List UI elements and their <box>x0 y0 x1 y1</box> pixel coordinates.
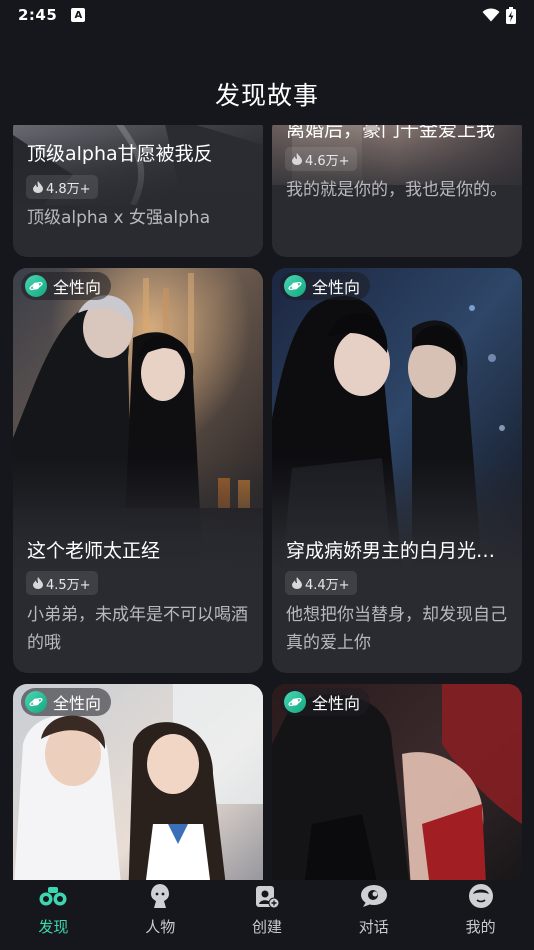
genre-tag: 全性向 <box>21 272 112 300</box>
page-title: 发现故事 <box>214 81 319 110</box>
genre-tag-label: 全性向 <box>53 694 102 713</box>
status-bar: 2:45 A <box>0 0 534 30</box>
genre-tag-label: 全性向 <box>312 694 361 713</box>
status-indicators <box>482 6 516 24</box>
planet-icon <box>284 691 306 713</box>
story-description: 顶级alpha x 女强alpha <box>27 208 211 228</box>
nav-label: 创建 <box>251 918 282 936</box>
nav-label: 我的 <box>465 918 496 936</box>
hotness-badge: 4.6万+ <box>285 147 357 171</box>
flame-icon <box>292 153 302 165</box>
nav-label: 对话 <box>358 918 389 936</box>
story-card[interactable]: 全性向 这个老师太正经 4.5万+ 小弟弟，未成年是不可以喝酒的哦 <box>13 268 263 673</box>
planet-icon <box>284 275 306 297</box>
profile-icon <box>467 882 495 910</box>
nav-label: 发现 <box>38 918 69 936</box>
battery-icon <box>506 6 516 24</box>
flame-icon <box>292 577 302 589</box>
wifi-icon <box>482 8 500 22</box>
story-title: 顶级alpha甘愿被我反 <box>27 143 213 165</box>
story-description: 他想把你当替身，却发现自己真的爱上你 <box>286 605 507 653</box>
story-card[interactable]: 离婚后，豪门千金爱上我 4.6万+ 我的就是你的，我也是你的。 <box>272 125 522 257</box>
story-title: 离婚后，豪门千金爱上我 <box>286 125 496 141</box>
genre-tag-label: 全性向 <box>312 278 361 297</box>
binoculars-icon <box>39 882 67 910</box>
genre-tag: 全性向 <box>280 688 371 716</box>
story-description: 小弟弟，未成年是不可以喝酒的哦 <box>27 605 248 653</box>
planet-icon <box>25 275 47 297</box>
nav-label: 人物 <box>145 918 176 936</box>
nav-tab-create[interactable]: 创建 <box>214 880 321 950</box>
story-card[interactable]: 全性向 穿成病娇男主的白月光… 4.4万+ 他想把你当替身，却发现自己真的爱上你 <box>272 268 522 673</box>
hotness-badge: 4.4万+ <box>285 571 357 595</box>
flame-icon <box>33 181 43 193</box>
notification-icon: A <box>71 8 86 22</box>
story-card[interactable]: 全性向 <box>272 684 522 880</box>
hotness-count: 4.8万+ <box>46 181 91 197</box>
hotness-badge: 4.8万+ <box>26 175 98 199</box>
hotness-count: 4.4万+ <box>305 577 350 593</box>
genre-tag-label: 全性向 <box>53 278 102 297</box>
genre-tag: 全性向 <box>280 272 371 300</box>
status-time: 2:45 <box>18 6 58 24</box>
story-title: 穿成病娇男主的白月光… <box>286 540 496 562</box>
nav-tab-characters[interactable]: 人物 <box>107 880 214 950</box>
create-icon <box>253 882 281 910</box>
story-feed[interactable]: 顶级alpha甘愿被我反 4.8万+ 顶级alpha x 女强alpha 离婚后… <box>0 125 534 880</box>
header: 发现故事 <box>0 70 534 118</box>
story-card[interactable]: 顶级alpha甘愿被我反 4.8万+ 顶级alpha x 女强alpha <box>13 125 263 257</box>
nav-tab-chat[interactable]: 对话 <box>320 880 427 950</box>
hotness-badge: 4.5万+ <box>26 571 98 595</box>
character-icon <box>146 882 174 910</box>
nav-tab-discover[interactable]: 发现 <box>0 880 107 950</box>
flame-icon <box>33 577 43 589</box>
story-card[interactable]: 全性向 <box>13 684 263 880</box>
hotness-count: 4.5万+ <box>46 577 91 593</box>
genre-tag: 全性向 <box>21 688 112 716</box>
hotness-count: 4.6万+ <box>305 153 350 169</box>
bottom-nav: 发现 人物 创建 对话 我的 <box>0 880 534 950</box>
story-title: 这个老师太正经 <box>27 540 161 562</box>
chat-icon <box>360 882 388 910</box>
story-description: 我的就是你的，我也是你的。 <box>286 180 507 200</box>
planet-icon <box>25 691 47 713</box>
nav-tab-profile[interactable]: 我的 <box>427 880 534 950</box>
